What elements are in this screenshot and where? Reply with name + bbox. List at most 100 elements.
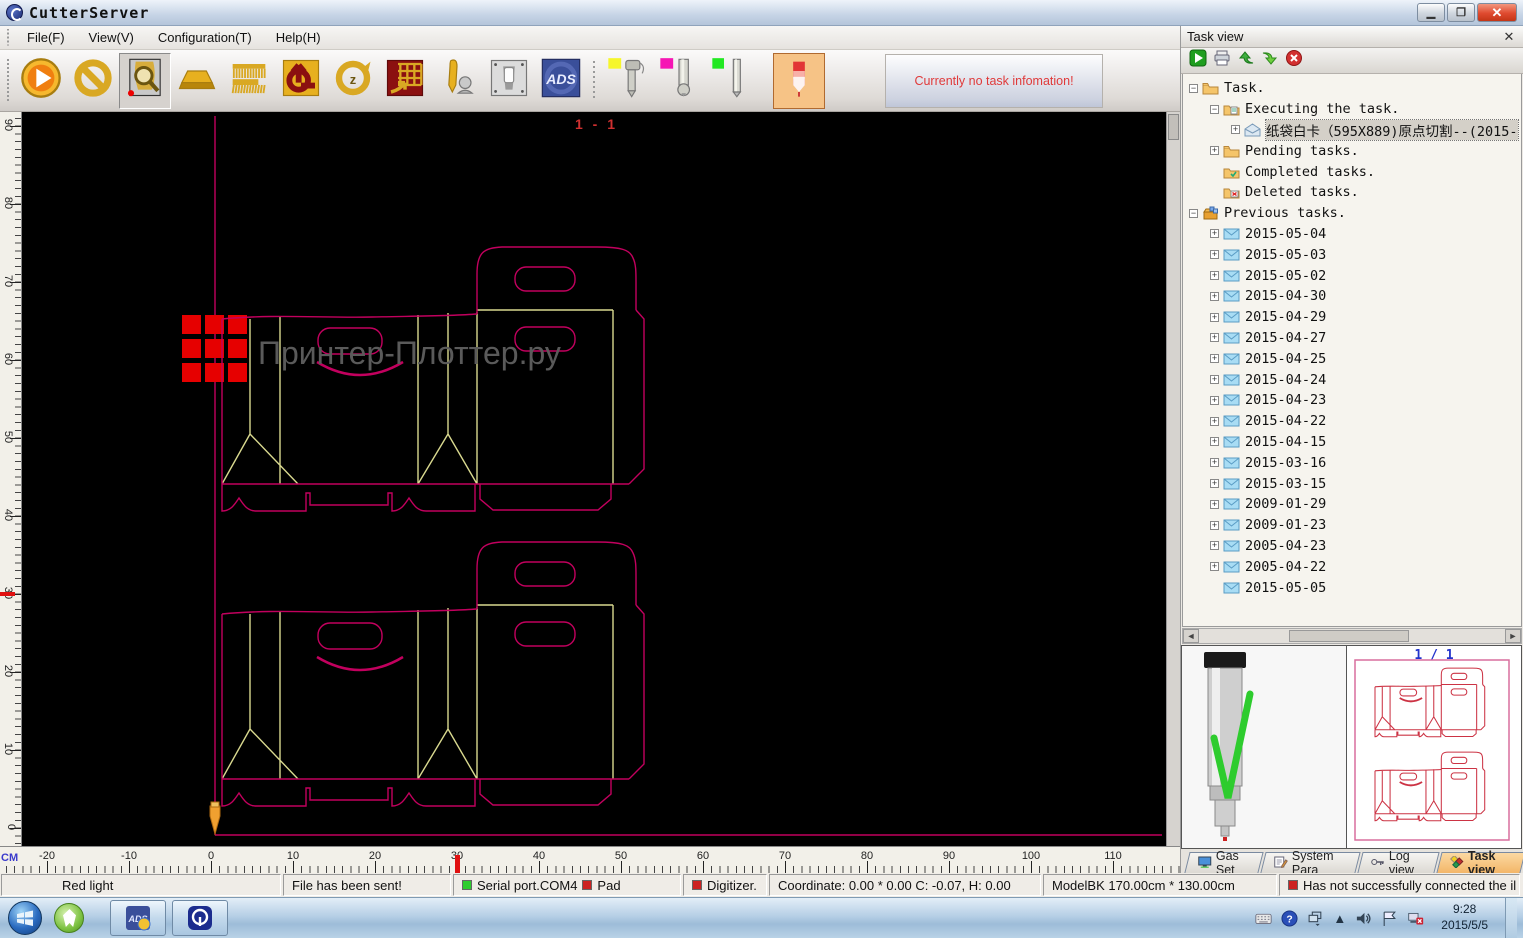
- tree-expander-icon[interactable]: +: [1210, 479, 1219, 488]
- close-button[interactable]: ✕: [1477, 3, 1517, 22]
- coreldraw-taskbar-icon[interactable]: [54, 903, 84, 933]
- ads-button[interactable]: ADS: [535, 53, 587, 109]
- tree-expander-icon[interactable]: +: [1210, 375, 1219, 384]
- tree-item[interactable]: +2015-04-24: [1183, 369, 1521, 390]
- tree-expander-icon[interactable]: −: [1189, 84, 1198, 93]
- taskbar-clock[interactable]: 9:28 2015/5/5: [1433, 902, 1496, 933]
- keyboard-tray-icon[interactable]: [1255, 910, 1272, 927]
- tree-item[interactable]: +2005-04-22: [1183, 556, 1521, 577]
- tree-item[interactable]: −Executing the task.: [1183, 99, 1521, 120]
- tree-expander-icon[interactable]: +: [1210, 354, 1219, 363]
- tree-expander-icon[interactable]: +: [1210, 250, 1219, 259]
- tool-green-button[interactable]: [705, 53, 757, 109]
- task-tree-hscrollbar[interactable]: ◄ ►: [1182, 628, 1522, 644]
- move-down-icon[interactable]: [1261, 49, 1279, 72]
- tree-expander-icon[interactable]: +: [1210, 458, 1219, 467]
- tree-expander-icon[interactable]: +: [1210, 229, 1219, 238]
- scroll-thumb[interactable]: [1289, 630, 1409, 642]
- tree-expander-icon[interactable]: +: [1210, 437, 1219, 446]
- help-tray-icon[interactable]: ?: [1281, 910, 1298, 927]
- tree-item[interactable]: −Previous tasks.: [1183, 203, 1521, 224]
- drawing-canvas[interactable]: Принтер-Плоттер.ру 1 - 1: [22, 112, 1166, 846]
- tree-item[interactable]: 2015-05-05: [1183, 577, 1521, 598]
- cutterserver-taskbar-button[interactable]: [172, 900, 228, 936]
- pin-icon: [436, 57, 478, 104]
- show-hidden-icons-icon[interactable]: ▲: [1333, 911, 1346, 926]
- tree-item[interactable]: +2015-04-30: [1183, 286, 1521, 307]
- tree-item[interactable]: +2015-03-16: [1183, 452, 1521, 473]
- switch-button[interactable]: [483, 53, 535, 109]
- tree-expander-icon[interactable]: +: [1210, 541, 1219, 550]
- start-button[interactable]: [8, 901, 42, 935]
- tree-item[interactable]: +Pending tasks.: [1183, 140, 1521, 161]
- tree-item[interactable]: Completed tasks.: [1183, 161, 1521, 182]
- tree-expander-icon[interactable]: +: [1210, 146, 1219, 155]
- tree-item[interactable]: +2015-04-23: [1183, 390, 1521, 411]
- tab-log-view[interactable]: Log view: [1357, 852, 1439, 873]
- menu-configuration[interactable]: Configuration(T): [146, 27, 264, 48]
- tree-item[interactable]: +2015-05-03: [1183, 244, 1521, 265]
- reset-z-button[interactable]: z: [327, 53, 379, 109]
- origin-lines: [215, 116, 1162, 835]
- tree-expander-icon[interactable]: −: [1210, 105, 1219, 114]
- tree-expander-icon[interactable]: +: [1210, 313, 1219, 322]
- show-desktop-button[interactable]: [1505, 898, 1517, 938]
- run-task-icon[interactable]: [1189, 49, 1207, 72]
- tree-expander-icon[interactable]: +: [1210, 521, 1219, 530]
- tool-yellow-button[interactable]: [601, 53, 653, 109]
- tab-gas-set[interactable]: Gas Set: [1184, 852, 1263, 873]
- tree-expander-icon[interactable]: +: [1210, 500, 1219, 509]
- tree-item[interactable]: +2009-01-23: [1183, 515, 1521, 536]
- digitizer-pin-button[interactable]: [431, 53, 483, 109]
- tree-item[interactable]: +2015-04-27: [1183, 328, 1521, 349]
- tree-item[interactable]: +2015-03-15: [1183, 473, 1521, 494]
- tree-expander-icon[interactable]: +: [1210, 292, 1219, 301]
- tree-item[interactable]: +2015-04-25: [1183, 348, 1521, 369]
- zoom-frame-button[interactable]: [119, 53, 171, 109]
- minimize-button[interactable]: ▁: [1417, 3, 1445, 22]
- tree-item[interactable]: +2005-04-23: [1183, 536, 1521, 557]
- tab-system-para[interactable]: System Para: [1260, 852, 1360, 873]
- platform-button[interactable]: [171, 53, 223, 109]
- tab-task-view[interactable]: Task view: [1436, 852, 1523, 873]
- tree-item[interactable]: −Task.: [1183, 78, 1521, 99]
- origin-move-button[interactable]: [275, 53, 327, 109]
- start-button[interactable]: [15, 53, 67, 109]
- tree-item[interactable]: +2015-05-04: [1183, 224, 1521, 245]
- comb-button[interactable]: [223, 53, 275, 109]
- ads-taskbar-button[interactable]: ADS: [110, 900, 166, 936]
- network-error-tray-icon[interactable]: [1407, 910, 1424, 927]
- scroll-left-icon[interactable]: ◄: [1183, 629, 1199, 643]
- grid-move-button[interactable]: [379, 53, 431, 109]
- tree-item[interactable]: Deleted tasks.: [1183, 182, 1521, 203]
- scroll-right-icon[interactable]: ►: [1505, 629, 1521, 643]
- restore-button[interactable]: ❐: [1447, 3, 1475, 22]
- tree-expander-icon[interactable]: +: [1210, 333, 1219, 342]
- tree-expander-icon[interactable]: +: [1210, 396, 1219, 405]
- disable-button[interactable]: [67, 53, 119, 109]
- volume-tray-icon[interactable]: [1355, 910, 1372, 927]
- tool-magenta-button[interactable]: [653, 53, 705, 109]
- menu-file[interactable]: File(F): [15, 27, 77, 48]
- restore-windows-tray-icon[interactable]: [1307, 910, 1324, 927]
- tree-expander-icon[interactable]: +: [1210, 417, 1219, 426]
- tree-expander-icon[interactable]: −: [1189, 209, 1198, 218]
- tree-item[interactable]: +2015-04-22: [1183, 411, 1521, 432]
- action-center-flag-icon[interactable]: [1381, 910, 1398, 927]
- tree-item[interactable]: +2015-04-15: [1183, 432, 1521, 453]
- task-panel-close-icon[interactable]: ✕: [1501, 29, 1517, 45]
- menu-view[interactable]: View(V): [77, 27, 146, 48]
- canvas-vertical-scrollbar[interactable]: [1166, 112, 1180, 846]
- move-up-icon[interactable]: [1237, 49, 1255, 72]
- tree-expander-icon[interactable]: +: [1210, 271, 1219, 280]
- tree-item[interactable]: +2015-04-29: [1183, 307, 1521, 328]
- tree-item[interactable]: +2009-01-29: [1183, 494, 1521, 515]
- tree-item[interactable]: +纸袋白卡（595X889)原点切割--(2015-: [1183, 120, 1521, 141]
- active-pen-button[interactable]: [773, 53, 825, 109]
- tree-item[interactable]: +2015-05-02: [1183, 265, 1521, 286]
- delete-task-icon[interactable]: [1285, 49, 1303, 72]
- tree-expander-icon[interactable]: +: [1231, 125, 1240, 134]
- tree-expander-icon[interactable]: +: [1210, 562, 1219, 571]
- menu-help[interactable]: Help(H): [264, 27, 333, 48]
- print-icon[interactable]: [1213, 49, 1231, 72]
